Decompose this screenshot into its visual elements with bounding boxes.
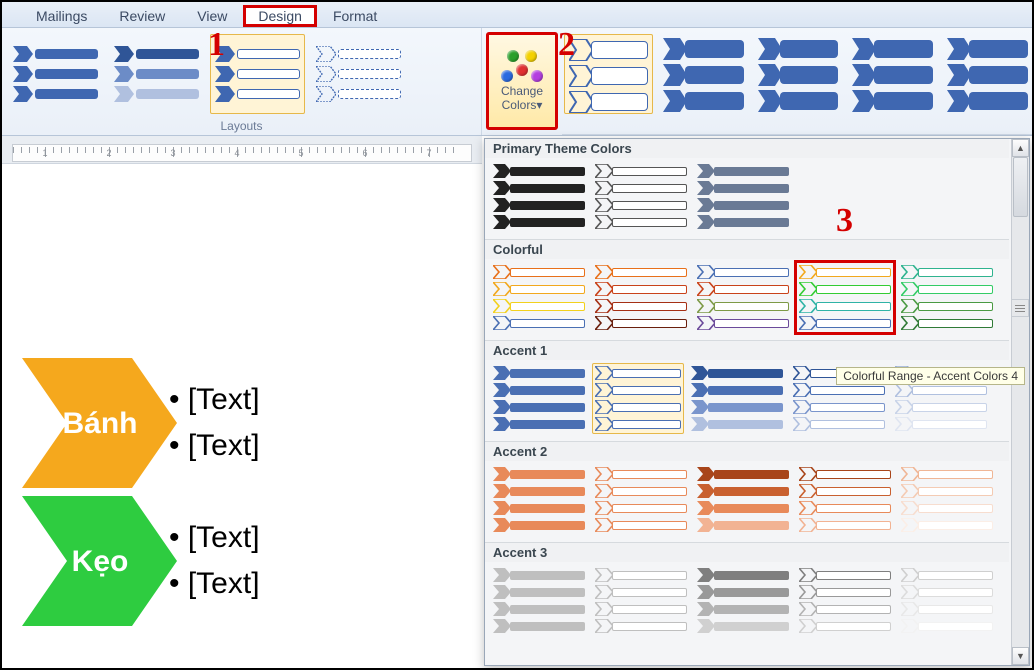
layout-thumb-1[interactable] [8,34,103,114]
layout-thumb-4[interactable] [311,34,406,114]
color-option[interactable] [697,164,789,229]
smartart-item-2[interactable]: Kẹo • [Text] • [Text] [22,496,260,626]
svg-text:Bánh: Bánh [63,407,138,440]
change-colors-button[interactable]: Change Colors▾ [486,32,558,130]
color-option[interactable] [493,568,585,633]
color-row [485,562,1009,643]
style-thumb-4[interactable] [848,34,937,114]
smartart-graphic[interactable]: Bánh • [Text] • [Text] Kẹo • [Text] • [T… [22,358,260,634]
color-row [485,158,1009,239]
bullet-text[interactable]: • [Text] [169,429,260,463]
category-header: Colorful [485,239,1009,259]
style-thumb-5[interactable] [943,34,1032,114]
color-option[interactable] [799,467,891,532]
color-option[interactable] [697,265,789,330]
tab-design[interactable]: Design [243,5,317,27]
color-option[interactable] [799,568,891,633]
annotation-1: 1 [208,26,225,64]
color-option[interactable] [493,366,585,431]
color-option[interactable] [901,265,993,330]
change-colors-panel: Primary Theme Colors Colorful Accent 1 Acce… [484,138,1030,666]
color-option[interactable] [697,568,789,633]
bullet-text[interactable]: • [Text] [169,567,260,601]
smartart-styles-strip [562,28,1032,135]
color-option[interactable] [493,265,585,330]
change-colors-l2: Colors▾ [502,98,543,112]
change-colors-l1: Change [501,84,543,98]
svg-text:Kẹo: Kẹo [72,545,129,578]
horizontal-ruler[interactable]: 1234567 [12,144,472,162]
category-header: Accent 2 [485,441,1009,461]
style-thumb-3[interactable] [754,34,843,114]
bullet-text[interactable]: • [Text] [169,521,260,555]
annotation-3: 3 [836,202,853,240]
color-option[interactable] [493,164,585,229]
color-option[interactable] [595,265,687,330]
color-option[interactable] [493,467,585,532]
color-option[interactable] [799,265,891,330]
category-header: Accent 3 [485,542,1009,562]
color-option[interactable] [901,568,993,633]
category-header: Accent 1 [485,340,1009,360]
scroll-grip-icon [1011,299,1029,317]
color-option[interactable] [697,467,789,532]
color-option[interactable] [901,467,993,532]
layout-thumb-2[interactable] [109,34,204,114]
scroll-thumb[interactable] [1013,157,1028,217]
color-option[interactable] [595,164,687,229]
document-canvas: Bánh • [Text] • [Text] Kẹo • [Text] • [T… [4,168,482,666]
category-header: Primary Theme Colors [485,139,1009,158]
tab-view[interactable]: View [181,5,243,27]
scroll-up-icon[interactable]: ▲ [1012,139,1029,157]
tab-mailings[interactable]: Mailings [20,5,103,27]
smartart-item-1[interactable]: Bánh • [Text] • [Text] [22,358,260,488]
scroll-down-icon[interactable]: ▼ [1012,647,1029,665]
tab-format[interactable]: Format [317,5,393,27]
group-layouts: Layouts [2,28,482,135]
tab-review[interactable]: Review [103,5,181,27]
style-thumb-1[interactable] [564,34,653,114]
color-row [485,259,1009,340]
style-thumb-2[interactable] [659,34,748,114]
ribbon-tabs: Mailings Review View Design Format [2,2,1032,28]
panel-scrollbar[interactable]: ▲ ▼ [1011,139,1029,665]
color-tooltip: Colorful Range - Accent Colors 4 [836,367,1025,385]
color-row [485,461,1009,542]
bullet-text[interactable]: • [Text] [169,383,260,417]
color-dots-icon [501,50,543,80]
ribbon: Layouts Change Colors▾ [2,28,1032,136]
annotation-2: 2 [558,26,575,64]
group-label-layouts: Layouts [2,119,481,133]
color-option[interactable] [592,363,684,434]
color-option[interactable] [595,467,687,532]
ruler-area: 1234567 [2,136,482,164]
color-option[interactable] [595,568,687,633]
color-option[interactable] [691,366,783,431]
